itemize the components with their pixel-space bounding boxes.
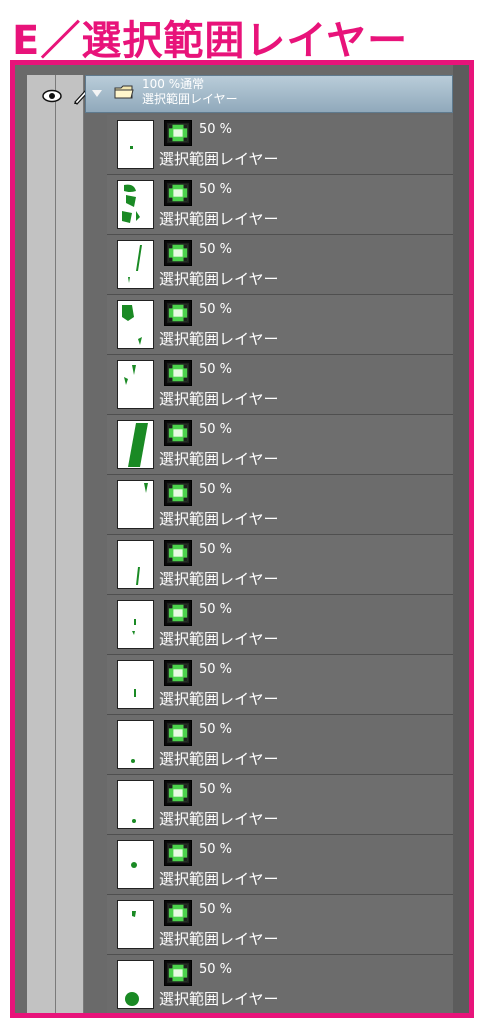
layer-thumbnail xyxy=(117,960,154,1009)
panel-left-margin xyxy=(15,65,27,1013)
layer-row[interactable]: 50 % 選択範囲レイヤー xyxy=(107,835,453,895)
layer-row[interactable]: 50 % 選択範囲レイヤー xyxy=(107,295,453,355)
layer-row[interactable]: 50 % 選択範囲レイヤー xyxy=(107,715,453,775)
layer-opacity: 50 % xyxy=(199,362,233,377)
layer-thumbnail xyxy=(117,900,154,949)
selection-layer-icon xyxy=(164,900,192,926)
folder-layer[interactable]: 100 %通常 選択範囲レイヤー xyxy=(85,75,453,113)
selection-layer-icon xyxy=(164,960,192,986)
layer-name: 選択範囲レイヤー xyxy=(159,750,279,768)
layer-thumbnail xyxy=(117,600,154,649)
layer-thumbnail xyxy=(117,300,154,349)
selection-layer-icon xyxy=(164,360,192,386)
selection-layer-icon xyxy=(164,840,192,866)
selection-layer-icon xyxy=(164,720,192,746)
layer-thumbnail xyxy=(117,180,154,229)
visibility-column xyxy=(27,75,56,1013)
layer-row[interactable]: 50 % 選択範囲レイヤー xyxy=(107,175,453,235)
layer-row[interactable]: 50 % 選択範囲レイヤー xyxy=(107,775,453,835)
layer-row[interactable]: 50 % 選択範囲レイヤー xyxy=(107,955,453,1013)
layer-row[interactable]: 50 % 選択範囲レイヤー xyxy=(107,895,453,955)
layer-name: 選択範囲レイヤー xyxy=(159,630,279,648)
selection-layer-icon xyxy=(164,780,192,806)
layer-row[interactable]: 50 % 選択範囲レイヤー xyxy=(107,475,453,535)
layer-opacity: 50 % xyxy=(199,722,233,737)
layer-row[interactable]: 50 % 選択範囲レイヤー xyxy=(107,115,453,175)
layer-row[interactable]: 50 % 選択範囲レイヤー xyxy=(107,535,453,595)
layer-thumbnail xyxy=(117,720,154,769)
layer-panel: 100 %通常 選択範囲レイヤー 50 % 選択範囲レイヤー 50 % 選択範囲… xyxy=(10,60,474,1018)
layer-thumbnail xyxy=(117,840,154,889)
folder-text: 100 %通常 選択範囲レイヤー xyxy=(142,77,238,107)
layer-opacity: 50 % xyxy=(199,902,233,917)
layer-opacity: 50 % xyxy=(199,542,233,557)
layer-thumbnail xyxy=(117,660,154,709)
layer-name: 選択範囲レイヤー xyxy=(159,810,279,828)
layer-row[interactable]: 50 % 選択範囲レイヤー xyxy=(107,235,453,295)
selection-layer-icon xyxy=(164,180,192,206)
selection-layer-icon xyxy=(164,600,192,626)
layer-name: 選択範囲レイヤー xyxy=(159,990,279,1008)
selection-layer-icon xyxy=(164,480,192,506)
page-title: E／選択範囲レイヤー xyxy=(12,18,409,64)
layer-name: 選択範囲レイヤー xyxy=(159,570,279,588)
triangle-down-icon[interactable] xyxy=(92,90,102,97)
layer-opacity: 50 % xyxy=(199,182,233,197)
layer-opacity: 50 % xyxy=(199,782,233,797)
layer-row[interactable]: 50 % 選択範囲レイヤー xyxy=(107,415,453,475)
lock-column xyxy=(56,75,84,1013)
selection-layer-icon xyxy=(164,240,192,266)
folder-opacity-mode: 100 %通常 xyxy=(142,77,205,91)
layer-name: 選択範囲レイヤー xyxy=(159,210,279,228)
layer-thumbnail xyxy=(117,480,154,529)
layer-name: 選択範囲レイヤー xyxy=(159,330,279,348)
layer-name: 選択範囲レイヤー xyxy=(159,150,279,168)
layer-row[interactable]: 50 % 選択範囲レイヤー xyxy=(107,355,453,415)
selection-layer-icon xyxy=(164,420,192,446)
layer-list: 50 % 選択範囲レイヤー 50 % 選択範囲レイヤー 50 % 選択範囲レイヤ… xyxy=(107,115,453,1013)
layer-row[interactable]: 50 % 選択範囲レイヤー xyxy=(107,595,453,655)
selection-layer-icon xyxy=(164,660,192,686)
layer-opacity: 50 % xyxy=(199,482,233,497)
layer-thumbnail xyxy=(117,120,154,169)
layer-opacity: 50 % xyxy=(199,122,233,137)
layer-thumbnail xyxy=(117,360,154,409)
folder-icon xyxy=(114,85,134,99)
eye-icon[interactable] xyxy=(42,89,62,103)
layer-opacity: 50 % xyxy=(199,302,233,317)
layer-opacity: 50 % xyxy=(199,422,233,437)
layer-row[interactable]: 50 % 選択範囲レイヤー xyxy=(107,655,453,715)
layer-thumbnail xyxy=(117,420,154,469)
layer-opacity: 50 % xyxy=(199,962,233,977)
layer-name: 選択範囲レイヤー xyxy=(159,870,279,888)
layer-name: 選択範囲レイヤー xyxy=(159,930,279,948)
layer-thumbnail xyxy=(117,540,154,589)
layer-opacity: 50 % xyxy=(199,242,233,257)
layer-name: 選択範囲レイヤー xyxy=(159,510,279,528)
selection-layer-icon xyxy=(164,120,192,146)
panel-scrollbar[interactable] xyxy=(453,65,469,1013)
layer-opacity: 50 % xyxy=(199,602,233,617)
layer-opacity: 50 % xyxy=(199,662,233,677)
layer-name: 選択範囲レイヤー xyxy=(159,390,279,408)
layer-thumbnail xyxy=(117,780,154,829)
selection-layer-icon xyxy=(164,540,192,566)
layer-name: 選択範囲レイヤー xyxy=(159,450,279,468)
folder-name: 選択範囲レイヤー xyxy=(142,92,238,106)
layer-name: 選択範囲レイヤー xyxy=(159,690,279,708)
layer-opacity: 50 % xyxy=(199,842,233,857)
layer-thumbnail xyxy=(117,240,154,289)
selection-layer-icon xyxy=(164,300,192,326)
layer-name: 選択範囲レイヤー xyxy=(159,270,279,288)
